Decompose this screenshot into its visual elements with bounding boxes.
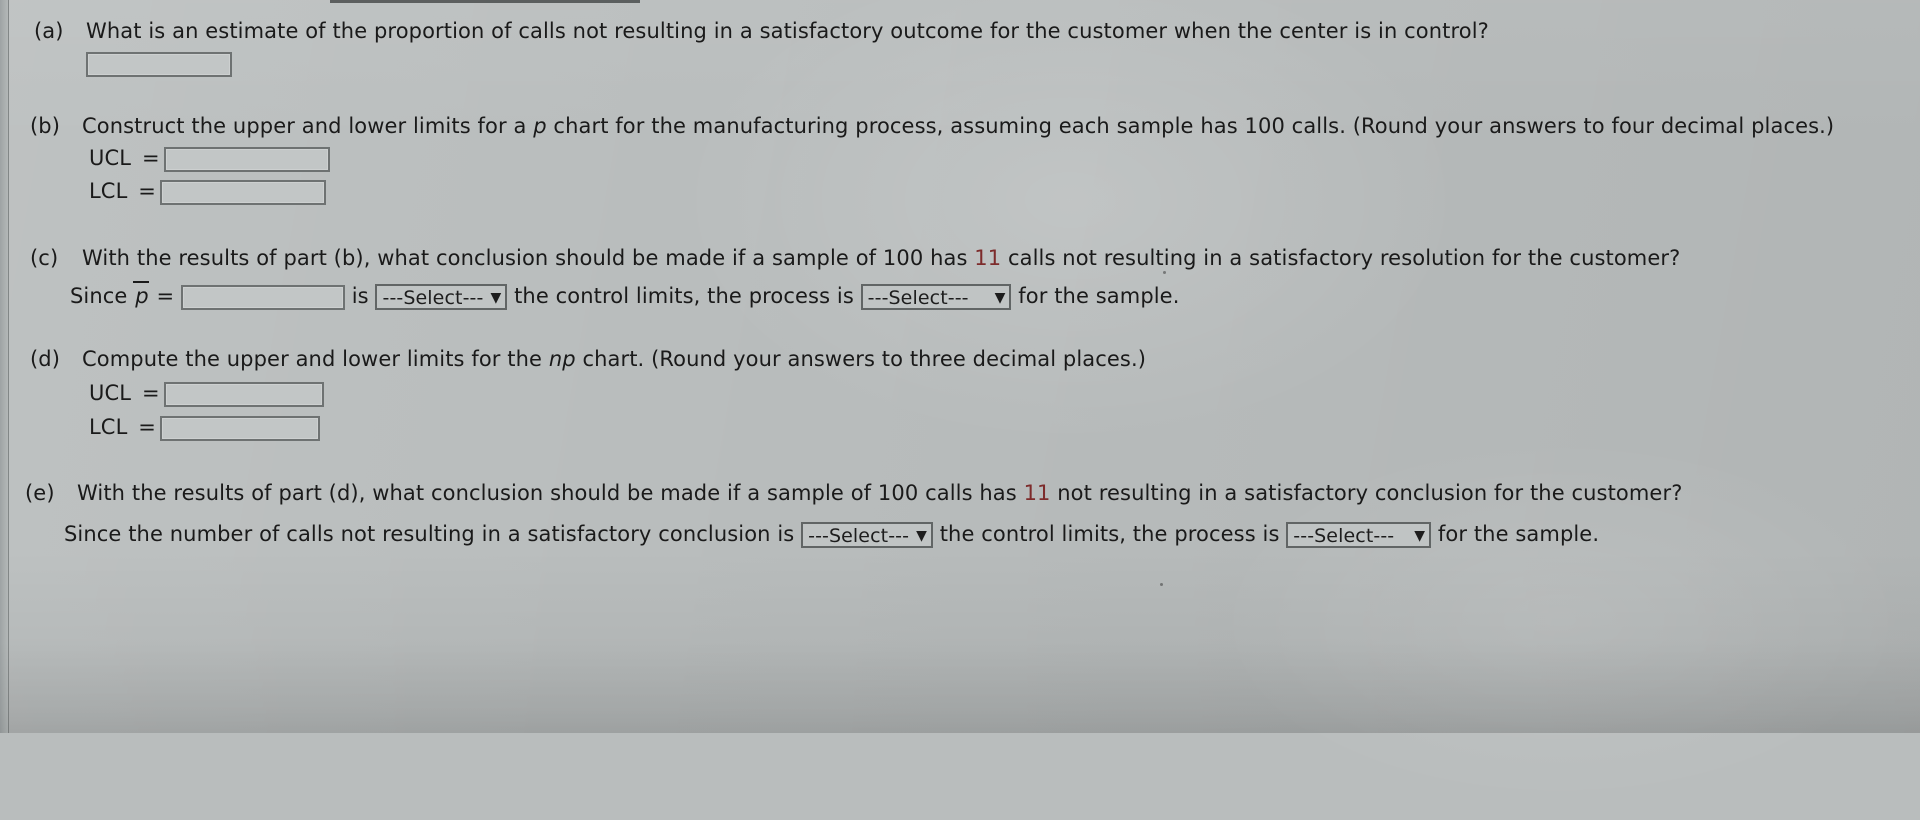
chevron-down-icon: ▼ xyxy=(916,528,927,544)
part-e-position-select-value: ---Select--- xyxy=(808,525,910,547)
question-e-label: (e) xyxy=(25,481,55,505)
part-d-ucl-equals: = xyxy=(141,381,160,405)
part-d-lcl-equals: = xyxy=(138,415,156,439)
question-d-text-pre: Compute the upper and lower limits for t… xyxy=(82,347,549,371)
part-c-position-select-value: ---Select--- xyxy=(382,287,484,309)
question-d-text-post: chart. (Round your answers to three deci… xyxy=(575,347,1147,371)
part-d-ucl-input[interactable] xyxy=(163,381,324,407)
part-a-answer-input[interactable] xyxy=(86,51,232,77)
part-e-process-select[interactable]: ---Select--- ▼ xyxy=(1286,522,1432,548)
question-e-text-post: not resulting in a satisfactory conclusi… xyxy=(1050,481,1683,505)
part-b-lcl-input[interactable] xyxy=(160,179,327,205)
question-e-mid: the control limits, the process is xyxy=(939,522,1280,546)
part-c-position-select[interactable]: ---Select--- ▼ xyxy=(375,284,508,310)
question-c-sample-count: 11 xyxy=(974,246,1002,270)
part-c-process-select[interactable]: ---Select--- ▼ xyxy=(860,284,1012,310)
part-b-ucl-input[interactable] xyxy=(163,146,330,172)
question-c-text-post: calls not resulting in a satisfactory re… xyxy=(1001,246,1681,270)
question-c-answer-sentence: Since p = is ---Select--- ▼ the control l… xyxy=(70,281,1180,310)
question-e-lead: Since the number of calls not resulting … xyxy=(64,522,795,546)
question-d-prompt: (d) Compute the upper and lower limits fo… xyxy=(30,346,1146,372)
question-b-text-post: chart for the manufacturing process, ass… xyxy=(546,114,1835,138)
question-b-prompt: (b) Construct the upper and lower limits … xyxy=(30,113,1834,139)
question-c-prompt: (c) With the results of part (b), what co… xyxy=(30,245,1680,271)
part-b-lcl-row: LCL = xyxy=(89,178,327,205)
question-a-label: (a) xyxy=(34,19,64,43)
chevron-down-icon: ▼ xyxy=(1414,528,1426,544)
question-e-answer-sentence: Since the number of calls not resulting … xyxy=(64,521,1599,548)
question-c-equals: = xyxy=(156,284,175,308)
part-e-position-select[interactable]: ---Select--- ▼ xyxy=(801,522,933,548)
part-b-lcl-equals: = xyxy=(138,179,156,203)
question-b-text-pre: Construct the upper and lower limits for… xyxy=(82,114,534,138)
question-a-answer-row xyxy=(86,50,232,77)
question-e-prompt: (e) With the results of part (d), what co… xyxy=(25,480,1682,506)
question-d-symbol-np: np xyxy=(548,347,576,371)
part-d-ucl-label: UCL xyxy=(89,381,132,405)
part-d-lcl-label: LCL xyxy=(89,415,128,439)
question-e-tail: for the sample. xyxy=(1437,522,1600,546)
question-a-prompt: (a) What is an estimate of the proportion… xyxy=(34,18,1489,44)
question-c-text-pre: With the results of part (b), what concl… xyxy=(82,246,975,270)
part-d-lcl-row: LCL = xyxy=(89,414,321,441)
chevron-down-icon: ▼ xyxy=(490,290,502,306)
part-d-ucl-row: UCL = xyxy=(89,380,324,407)
question-b-label: (b) xyxy=(30,114,61,138)
question-c-pbar-symbol: p xyxy=(133,281,150,308)
question-c-mid1: is xyxy=(351,284,369,308)
question-e-text-pre: With the results of part (d), what concl… xyxy=(77,481,1024,505)
part-d-lcl-input[interactable] xyxy=(160,415,321,441)
question-c-label: (c) xyxy=(30,246,59,270)
part-c-process-select-value: ---Select--- xyxy=(867,287,969,309)
question-c-mid2: the control limits, the process is xyxy=(514,284,854,308)
chevron-down-icon: ▼ xyxy=(994,290,1006,306)
part-c-pbar-input[interactable] xyxy=(180,284,345,310)
question-content: (a) What is an estimate of the proportion… xyxy=(0,0,1920,733)
scan-artifact-dot xyxy=(1163,271,1166,274)
question-c-tail: for the sample. xyxy=(1018,284,1180,308)
question-b-symbol-p: p xyxy=(533,114,547,138)
question-a-text: What is an estimate of the proportion of… xyxy=(86,19,1489,43)
part-b-ucl-label: UCL xyxy=(89,146,132,170)
part-b-lcl-label: LCL xyxy=(89,179,128,203)
part-e-process-select-value: ---Select--- xyxy=(1293,525,1395,547)
scan-artifact-dot xyxy=(1160,583,1163,586)
part-b-ucl-row: UCL = xyxy=(89,145,330,172)
question-d-label: (d) xyxy=(30,347,61,371)
question-c-lead: Since xyxy=(70,284,128,308)
part-b-ucl-equals: = xyxy=(141,146,160,170)
question-e-sample-count: 11 xyxy=(1023,481,1051,505)
